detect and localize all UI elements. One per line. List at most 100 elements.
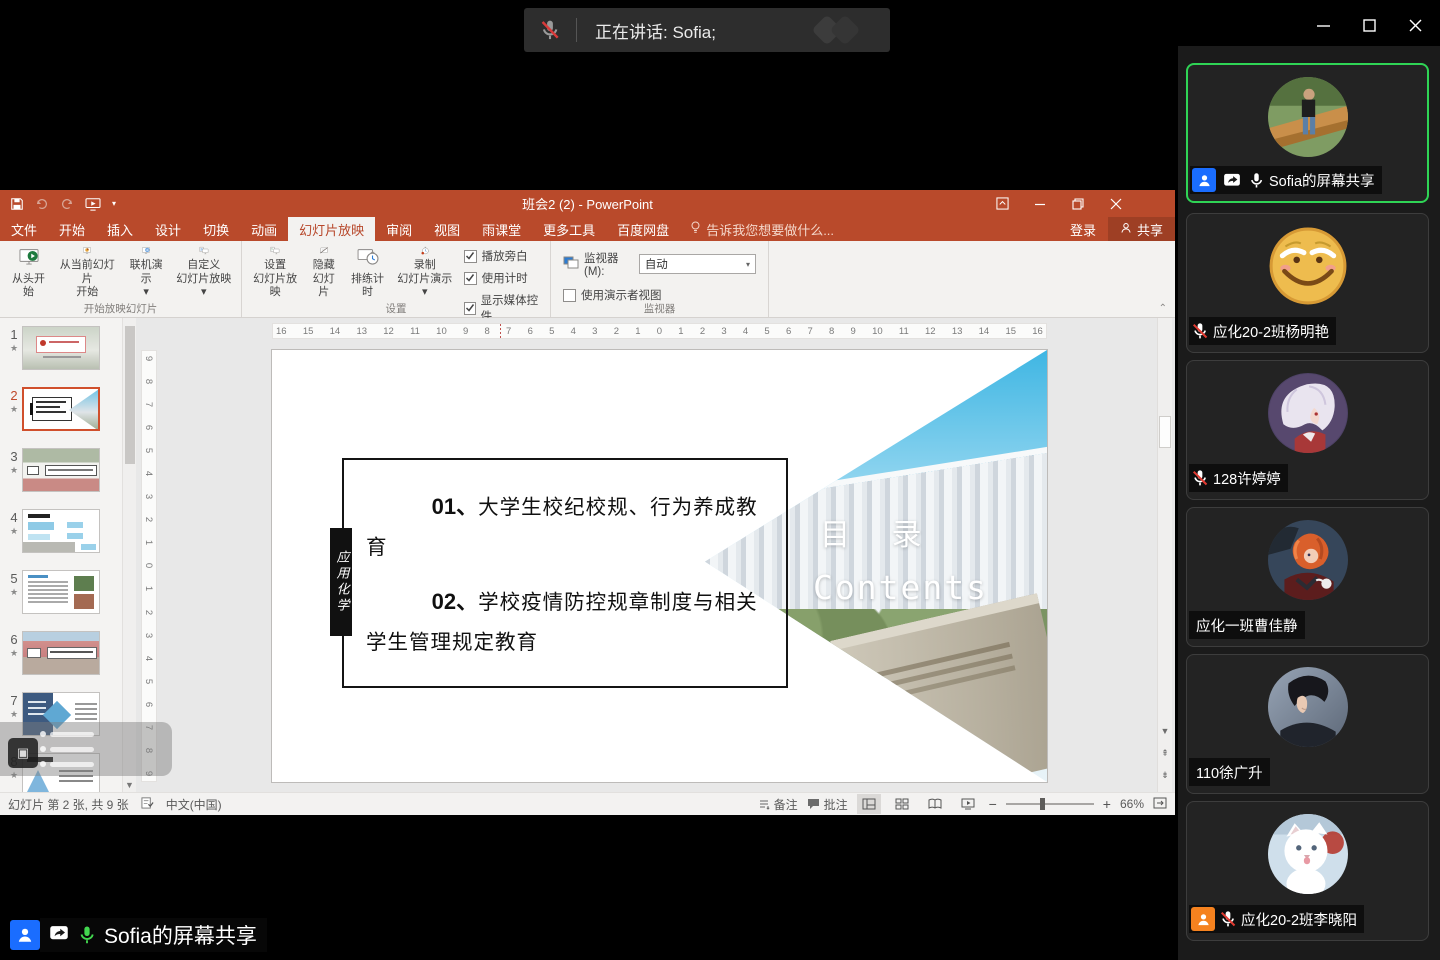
- share-owner-label: Sofia的屏幕共享: [104, 920, 257, 950]
- participant-tile[interactable]: 110徐广升: [1186, 654, 1429, 794]
- from-current-slide-button[interactable]: 从当前幻灯片 开始: [53, 244, 122, 302]
- scroll-down-icon[interactable]: ▼: [123, 780, 136, 790]
- animation-star-icon: ★: [10, 465, 18, 476]
- thumbnail-slide-5[interactable]: 5★: [6, 570, 118, 614]
- powerpoint-window: 班会2 (2) - PowerPoint ▾ 文件 开始 插入 设计 切换 动画: [0, 190, 1175, 815]
- tab-slideshow[interactable]: 幻灯片放映: [288, 217, 375, 241]
- thumbnail-slide-4[interactable]: 4★: [6, 509, 118, 553]
- notes-button[interactable]: 备注: [758, 796, 798, 813]
- undo-icon[interactable]: [35, 197, 49, 211]
- fit-to-window-button[interactable]: [1153, 797, 1167, 812]
- close-button[interactable]: [1400, 10, 1430, 40]
- zoom-slider[interactable]: [1006, 794, 1094, 814]
- ppt-close-button[interactable]: [1097, 190, 1135, 217]
- start-slideshow-icon[interactable]: [85, 197, 101, 211]
- zoom-in-button[interactable]: +: [1103, 796, 1111, 812]
- save-icon[interactable]: [10, 197, 24, 211]
- maximize-button[interactable]: [1354, 10, 1384, 40]
- comments-button[interactable]: 批注: [807, 796, 848, 813]
- thumbnail-slide-2[interactable]: 2★: [6, 387, 118, 431]
- participant-label: 110徐广升: [1189, 758, 1270, 786]
- tab-more-tools[interactable]: 更多工具: [532, 217, 606, 241]
- minimize-button[interactable]: [1308, 10, 1338, 40]
- group-label-setup: 设置: [242, 301, 550, 316]
- tab-transitions[interactable]: 切换: [192, 217, 240, 241]
- participant-label: 应化一班曹佳静: [1189, 611, 1305, 639]
- qat-dropdown-icon[interactable]: ▾: [112, 199, 116, 208]
- participant-tile[interactable]: 128许婷婷: [1186, 360, 1429, 500]
- mic-on-icon: [77, 925, 97, 945]
- tab-yuketang[interactable]: 雨课堂: [471, 217, 532, 241]
- language-indicator[interactable]: 中文(中国): [166, 796, 222, 813]
- ribbon: 从头开始 从当前幻灯片 开始 联机演示 ▾ 自定义 幻灯片放映 ▾ 开始放映幻灯…: [0, 241, 1175, 318]
- floating-widget[interactable]: ▣: [0, 722, 172, 776]
- use-timings-checkbox[interactable]: 使用计时: [464, 270, 540, 286]
- slideshow-view-button[interactable]: [956, 794, 980, 814]
- slide-canvas[interactable]: 目 录 Contents 应用化学 01、大学生校纪校规、行为养成教育 02、学…: [272, 350, 1047, 782]
- previous-slide-icon[interactable]: ⇞: [1158, 744, 1172, 762]
- spellcheck-icon[interactable]: [141, 796, 154, 812]
- sign-in-button[interactable]: 登录: [1058, 217, 1108, 241]
- mic-muted-icon: [1219, 910, 1237, 928]
- divider: [576, 18, 577, 42]
- toc-title-cn: 目 录: [820, 510, 938, 554]
- redo-icon[interactable]: [60, 197, 74, 211]
- rehearse-timings-button[interactable]: 排练计时: [343, 244, 392, 302]
- user-badge-icon: [1191, 907, 1215, 931]
- tab-file[interactable]: 文件: [0, 217, 48, 241]
- present-online-button[interactable]: 联机演示 ▾: [122, 244, 171, 302]
- thumbnail-slide-6[interactable]: 6★: [6, 631, 118, 675]
- speaking-banner: 正在讲话: Sofia;: [524, 8, 890, 52]
- vertical-ruler: 9876543210123456789: [141, 350, 157, 782]
- thumbnail-slide-1[interactable]: 1★: [6, 326, 118, 370]
- record-slideshow-button[interactable]: 录制 幻灯片演示 ▾: [392, 244, 458, 302]
- scroll-down-icon[interactable]: ▼: [1158, 722, 1172, 740]
- group-label-monitors: 监视器: [551, 301, 768, 316]
- thumbnail-scrollbar[interactable]: ▼: [122, 318, 136, 792]
- ppt-minimize-button[interactable]: [1021, 190, 1059, 217]
- horizontal-ruler: 1615141312111098765432101234567891011121…: [272, 323, 1047, 339]
- tell-me-box[interactable]: 告诉我您想要做什么...: [680, 217, 844, 241]
- animation-star-icon: ★: [10, 343, 18, 354]
- tab-review[interactable]: 审阅: [375, 217, 423, 241]
- normal-view-button[interactable]: [857, 794, 881, 814]
- tab-baidu-netdisk[interactable]: 百度网盘: [606, 217, 680, 241]
- tab-animations[interactable]: 动画: [240, 217, 288, 241]
- floating-widget-icon[interactable]: ▣: [8, 738, 38, 768]
- slide-sorter-view-button[interactable]: [890, 794, 914, 814]
- speaking-label: 正在讲话: Sofia;: [595, 18, 806, 43]
- reading-view-button[interactable]: [923, 794, 947, 814]
- zoom-level[interactable]: 66%: [1120, 797, 1144, 811]
- participant-tile-sofia[interactable]: Sofia的屏幕共享: [1186, 63, 1429, 203]
- tab-home[interactable]: 开始: [48, 217, 96, 241]
- scrollbar-thumb[interactable]: [1159, 416, 1171, 448]
- tab-design[interactable]: 设计: [144, 217, 192, 241]
- editor-scrollbar[interactable]: ▼ ⇞ ⇟: [1157, 318, 1172, 792]
- record-slideshow-icon: [412, 246, 438, 256]
- hide-slide-button[interactable]: 隐藏 幻灯片: [304, 244, 343, 302]
- from-beginning-button[interactable]: 从头开始: [4, 244, 53, 302]
- avatar: [1268, 814, 1348, 894]
- animation-star-icon: ★: [10, 709, 18, 720]
- participant-tile[interactable]: 应化20-2班杨明艳: [1186, 213, 1429, 353]
- collapse-ribbon-icon[interactable]: ⌃: [1159, 303, 1167, 314]
- zoom-out-button[interactable]: −: [989, 796, 997, 812]
- monitor-select[interactable]: 自动 ▾: [639, 254, 756, 274]
- ribbon-display-options-icon[interactable]: [983, 190, 1021, 217]
- play-narrations-checkbox[interactable]: 播放旁白: [464, 248, 540, 264]
- toc-item-1: 01、大学生校纪校规、行为养成教育: [366, 486, 768, 567]
- tab-insert[interactable]: 插入: [96, 217, 144, 241]
- ruler-cursor-mark: [500, 324, 501, 338]
- avatar: [1268, 226, 1348, 306]
- ribbon-group-start-slideshow: 从头开始 从当前幻灯片 开始 联机演示 ▾ 自定义 幻灯片放映 ▾ 开始放映幻灯…: [0, 241, 242, 317]
- ppt-restore-button[interactable]: [1059, 190, 1097, 217]
- ppt-share-button[interactable]: 共享: [1108, 217, 1175, 241]
- ppt-window-controls: [983, 190, 1135, 217]
- tab-view[interactable]: 视图: [423, 217, 471, 241]
- next-slide-icon[interactable]: ⇟: [1158, 766, 1172, 784]
- participant-tile[interactable]: 应化20-2班李晓阳: [1186, 801, 1429, 941]
- thumbnail-slide-3[interactable]: 3★: [6, 448, 118, 492]
- custom-slideshow-button[interactable]: 自定义 幻灯片放映 ▾: [171, 244, 237, 302]
- participant-tile[interactable]: 应化一班曹佳静: [1186, 507, 1429, 647]
- setup-slideshow-button[interactable]: 设置 幻灯片放映: [246, 244, 304, 302]
